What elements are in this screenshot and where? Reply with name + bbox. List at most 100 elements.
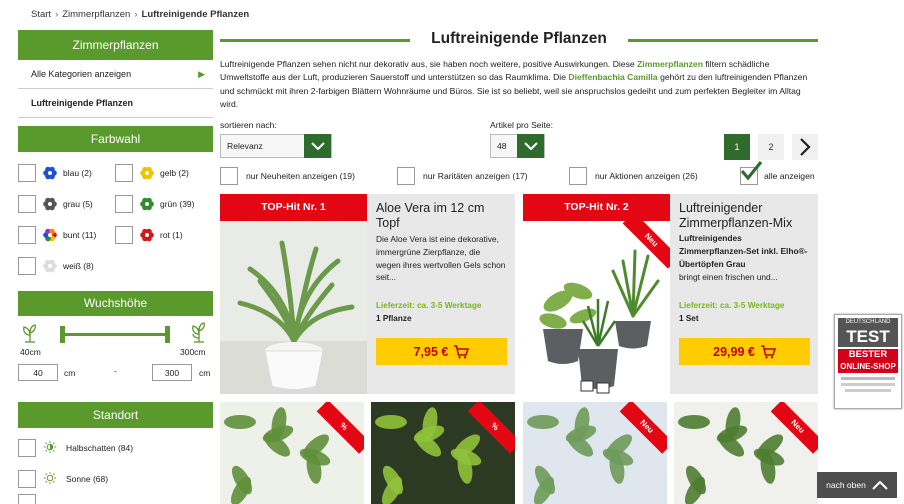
chevron-up-icon (872, 480, 888, 490)
seal-line: ONLINE-SHOP (838, 361, 898, 373)
height-min-label: 40cm (20, 347, 41, 357)
product-card[interactable]: TOP-Hit Nr. 1 Aloe Vera im 12 cm Topf Di… (220, 194, 515, 394)
sidebar-all-categories[interactable]: Alle Kategorien anzeigen ▶ (18, 60, 213, 89)
sort-select[interactable]: Relevanz (220, 134, 332, 158)
product-image[interactable]: TOP-Hit Nr. 1 (220, 194, 367, 394)
height-max-input[interactable]: 300 (152, 364, 192, 381)
product-unit: 1 Pflanze (376, 314, 412, 323)
chevron-right-icon (800, 138, 811, 156)
filter-aktionen[interactable]: nur Aktionen anzeigen (26) (569, 167, 698, 185)
per-page-value: 48 (497, 141, 507, 151)
price-button[interactable]: 29,99 € (679, 338, 810, 365)
per-page-label: Artikel pro Seite: (490, 120, 554, 130)
height-slider-min-handle[interactable] (60, 326, 65, 343)
filter-neuheiten[interactable]: nur Neuheiten anzeigen (19) (220, 167, 355, 185)
intro-link-dieffenbachia[interactable]: Dieffenbachia Camilla (568, 72, 657, 82)
seal-line: DEUTSCHLAND (838, 318, 898, 327)
color-item-bunt[interactable]: bunt (11) (18, 225, 96, 245)
flower-blau-icon (43, 166, 57, 180)
color-label: bunt (11) (63, 230, 97, 240)
seal-line: TEST (838, 327, 898, 347)
color-label: grün (39) (160, 199, 195, 209)
intro-text: Luftreinigende Pflanzen sehen nicht nur … (220, 58, 818, 112)
height-slider-max-handle[interactable] (165, 326, 170, 343)
location-filter-head: Standort (18, 402, 213, 428)
color-item-weiss[interactable]: weiß (8) (18, 256, 94, 276)
color-item-blau[interactable]: blau (2) (18, 163, 92, 183)
filter-checkbox-checked[interactable] (740, 160, 763, 185)
flower-gelb-icon (140, 166, 154, 180)
location-checkbox[interactable] (18, 439, 36, 457)
back-to-top-button[interactable]: nach oben (817, 472, 897, 498)
height-filter-head: Wuchshöhe (18, 291, 213, 316)
product-card[interactable]: TOP-Hit Nr. 2 Neu Luftreinigender Zimmer… (523, 194, 818, 394)
color-checkbox[interactable] (115, 226, 133, 244)
product-tile-image[interactable]: % (371, 402, 515, 504)
filter-alle[interactable]: alle anzeigen (740, 160, 815, 185)
height-min-input[interactable]: 40 (18, 364, 58, 381)
seal-line: BESTER (838, 349, 898, 361)
intro-link-zimmerpflanzen[interactable]: Zimmerpflanzen (637, 59, 703, 69)
breadcrumb-zimmerpflanzen[interactable]: Zimmerpflanzen (62, 9, 130, 20)
product-name[interactable]: Luftreinigender Zimmerpflanzen-Mix (679, 201, 814, 231)
filter-label: nur Neuheiten anzeigen (19) (246, 171, 355, 181)
sort-value: Relevanz (227, 141, 263, 151)
page-2-button[interactable]: 2 (758, 134, 784, 160)
product-unit: 1 Set (679, 314, 699, 323)
checkmark-icon (740, 160, 763, 181)
color-checkbox[interactable] (115, 164, 133, 182)
color-item-gruen[interactable]: grün (39) (115, 194, 195, 214)
location-item-halbschatten[interactable]: Halbschatten (84) (18, 438, 133, 458)
filter-raritaeten[interactable]: nur Raritäten anzeigen (17) (397, 167, 528, 185)
sort-label: sortieren nach: (220, 120, 277, 130)
height-range-dash: - (114, 366, 117, 376)
color-item-gelb[interactable]: gelb (2) (115, 163, 189, 183)
height-slider-track[interactable] (62, 333, 168, 336)
height-max-unit: cm (199, 368, 211, 378)
filter-checkbox[interactable] (397, 167, 415, 185)
color-label: rot (1) (160, 230, 183, 240)
chevron-down-icon (517, 134, 544, 158)
filter-label: nur Raritäten anzeigen (17) (423, 171, 528, 181)
page-1-button[interactable]: 1 (724, 134, 750, 160)
back-to-top-label: nach oben (826, 480, 866, 490)
test-seal-badge[interactable]: DEUTSCHLAND TEST BESTER ONLINE-SHOP (834, 314, 902, 409)
delivery-time: Lieferzeit: ca. 3-5 Werktage (376, 301, 482, 310)
color-label: blau (2) (63, 168, 92, 178)
sidebar-active-category[interactable]: Luftreinigende Pflanzen (18, 89, 213, 118)
product-name[interactable]: Aloe Vera im 12 cm Topf (376, 201, 506, 231)
aloe-vera-image (220, 221, 367, 394)
cart-icon (454, 344, 470, 358)
color-checkbox[interactable] (18, 164, 36, 182)
breadcrumb-start[interactable]: Start (31, 9, 51, 20)
breadcrumb-current: Luftreinigende Pflanzen (141, 9, 250, 20)
location-checkbox[interactable] (18, 470, 36, 488)
color-item-grau[interactable]: grau (5) (18, 194, 93, 214)
product-tile-image[interactable]: Neu (523, 402, 667, 504)
small-plant-icon (19, 322, 41, 346)
filter-label: alle anzeigen (764, 171, 815, 181)
color-checkbox[interactable] (18, 257, 36, 275)
height-min-unit: cm (64, 368, 76, 378)
product-description-more: bringt einen frischen und... (679, 272, 778, 282)
location-checkbox-partial[interactable] (18, 494, 36, 504)
tall-plant-icon (188, 322, 210, 346)
location-item-sonne[interactable]: Sonne (68) (18, 469, 108, 489)
filter-checkbox[interactable] (569, 167, 587, 185)
filter-checkbox[interactable] (220, 167, 238, 185)
product-tile-image[interactable]: Neu (674, 402, 818, 504)
breadcrumb: Start › Zimmerpflanzen › Luftreinigende Pfla… (31, 9, 250, 20)
color-label: weiß (8) (63, 261, 94, 271)
price-button[interactable]: 7,95 € (376, 338, 507, 365)
next-page-button[interactable] (792, 134, 818, 160)
product-tile-image[interactable]: % (220, 402, 364, 504)
color-checkbox[interactable] (115, 195, 133, 213)
product-image[interactable]: TOP-Hit Nr. 2 Neu (523, 194, 670, 394)
color-checkbox[interactable] (18, 226, 36, 244)
per-page-select[interactable]: 48 (490, 134, 545, 158)
arrow-right-icon: ▶ (198, 69, 205, 79)
color-checkbox[interactable] (18, 195, 36, 213)
color-item-rot[interactable]: rot (1) (115, 225, 183, 245)
flower-bunt-icon (43, 228, 57, 242)
sidebar-all-categories-label: Alle Kategorien anzeigen (31, 69, 132, 79)
